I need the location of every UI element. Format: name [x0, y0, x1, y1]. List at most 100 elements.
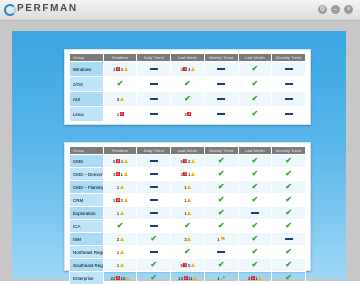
group-name-cell[interactable]: Northeast Region [69, 245, 104, 259]
status-cell[interactable]: ✔ [170, 245, 205, 259]
status-cell[interactable] [136, 76, 172, 92]
status-cell[interactable]: ✔ [203, 206, 239, 220]
column-header[interactable]: Monthly Trend [271, 53, 306, 62]
status-cell[interactable]: 1 [102, 180, 138, 194]
error-badge[interactable]: 3 [116, 198, 121, 203]
status-cell[interactable]: 333 [102, 193, 138, 207]
status-cell[interactable]: ✔ [237, 154, 273, 168]
status-cell[interactable] [271, 76, 306, 92]
status-cell[interactable]: 13 2 11 [170, 271, 205, 285]
error-badge[interactable]: 2 [116, 172, 121, 177]
status-cell[interactable]: ✔ [203, 180, 239, 194]
status-cell[interactable] [271, 106, 306, 122]
error-badge[interactable]: 3 [183, 67, 188, 72]
status-cell[interactable] [136, 106, 172, 122]
status-cell[interactable]: 532 [170, 154, 205, 168]
status-cell[interactable]: 1 [170, 193, 205, 207]
column-header[interactable]: Last Week [170, 146, 205, 155]
status-cell[interactable] [136, 91, 172, 107]
group-name-cell[interactable]: Windows [69, 61, 104, 77]
status-cell[interactable]: ✔ [271, 206, 306, 220]
status-cell[interactable]: ✔ [170, 219, 205, 233]
column-header[interactable]: Realtime [102, 53, 138, 62]
table-row[interactable]: Linux 1 1 2 2 ✔ [69, 106, 306, 122]
status-cell[interactable]: 22 [170, 106, 205, 122]
error-badge[interactable]: 3 [116, 67, 121, 72]
table-row[interactable]: AIX 3 ✔ ✔ [69, 91, 306, 107]
column-header[interactable]: Last Month [237, 146, 273, 155]
status-cell[interactable]: ✔ [170, 91, 205, 107]
status-cell[interactable] [237, 206, 273, 220]
status-cell[interactable]: ✔ [271, 193, 306, 207]
status-cell[interactable]: ✔ [237, 106, 273, 122]
column-header[interactable]: Weekly Trend [203, 53, 239, 62]
status-cell[interactable]: 1 [170, 206, 205, 220]
error-badge[interactable]: 1 [119, 112, 124, 117]
group-name-cell[interactable]: CMS – Denver [69, 167, 104, 181]
status-cell[interactable] [136, 245, 172, 259]
column-header[interactable]: Group [69, 53, 104, 62]
status-cell[interactable]: ✔ [271, 271, 306, 285]
status-cell[interactable]: ✔ [237, 232, 273, 246]
group-name-cell[interactable]: CMS – Flamington [69, 180, 104, 194]
group-name-cell[interactable]: z/OS [69, 76, 104, 92]
error-badge[interactable]: 3 [183, 172, 188, 177]
group-name-cell[interactable]: Linux [69, 106, 104, 122]
group-name-cell[interactable]: CMS [69, 154, 104, 168]
column-header[interactable]: Realtime [102, 146, 138, 155]
status-cell[interactable] [271, 232, 306, 246]
group-name-cell[interactable]: Exploration [69, 206, 104, 220]
column-header[interactable]: Weekly Trend [203, 146, 239, 155]
status-cell[interactable] [136, 206, 172, 220]
error-badge[interactable]: 3 [183, 159, 188, 164]
table-row[interactable]: Exploration 1 1 ✔ ✔ [69, 206, 306, 220]
status-cell[interactable] [203, 61, 239, 77]
column-header[interactable]: Last Week [170, 53, 205, 62]
status-cell[interactable]: 1 [102, 245, 138, 259]
status-cell[interactable] [203, 106, 239, 122]
status-cell[interactable]: ✔ [271, 219, 306, 233]
error-badge[interactable]: 3 [183, 263, 188, 268]
status-cell[interactable] [203, 245, 239, 259]
group-name-cell[interactable]: ICA [69, 219, 104, 233]
table-row[interactable]: z/OS ✔ ✔ ✔ [69, 76, 306, 92]
status-cell[interactable]: 534 [102, 154, 138, 168]
table-row[interactable]: ICA ✔ ✔ ✔ ✔ ✔ [69, 219, 306, 233]
status-cell[interactable]: ✔ [237, 193, 273, 207]
group-name-cell[interactable]: Southeast Region [69, 258, 104, 272]
status-cell[interactable]: ✔ [237, 258, 273, 272]
status-cell[interactable] [136, 180, 172, 194]
status-cell[interactable]: 3 [102, 91, 138, 107]
status-cell[interactable]: 331 [170, 167, 205, 181]
status-cell[interactable] [136, 193, 172, 207]
error-badge[interactable]: 3 [116, 159, 121, 164]
column-header[interactable]: Daily Trend [136, 53, 172, 62]
group-name-cell[interactable]: ISM [69, 232, 104, 246]
status-cell[interactable]: ✔ [237, 180, 273, 194]
column-header[interactable]: Group [69, 146, 104, 155]
status-cell[interactable]: ✔ [271, 154, 306, 168]
group-name-cell[interactable]: Enterprise [69, 271, 104, 285]
status-cell[interactable] [203, 76, 239, 92]
group-name-cell[interactable]: CRM [69, 193, 104, 207]
status-cell[interactable]: ✔ [237, 76, 273, 92]
table-row[interactable]: CMS – Flamington11✔✔✔ [69, 180, 306, 194]
status-cell[interactable]: ✔ [136, 258, 172, 272]
table-row[interactable]: CMS 5 3 4 5 3 2 ✔ ✔ ✔ [69, 154, 306, 168]
error-badge[interactable]: 2 [187, 112, 192, 117]
status-cell[interactable] [136, 219, 172, 233]
status-cell[interactable]: ✔ [136, 232, 172, 246]
status-cell[interactable]: 22 2 18 [102, 271, 138, 285]
table-row[interactable]: Windows 3 3 3 3 3 4 ✔ [69, 61, 306, 77]
status-cell[interactable]: 321 [102, 167, 138, 181]
column-header[interactable]: Monthly Trend [271, 146, 306, 155]
column-header[interactable]: Last Month [237, 53, 273, 62]
status-cell[interactable]: ✔ [203, 258, 239, 272]
status-cell[interactable]: 2 [102, 232, 138, 246]
minimize-button[interactable]: – [331, 5, 340, 14]
status-cell[interactable]: ✔ [271, 245, 306, 259]
status-cell[interactable] [203, 91, 239, 107]
status-cell[interactable] [271, 91, 306, 107]
status-cell[interactable] [136, 61, 172, 77]
settings-button[interactable]: ⚙ [318, 5, 327, 14]
